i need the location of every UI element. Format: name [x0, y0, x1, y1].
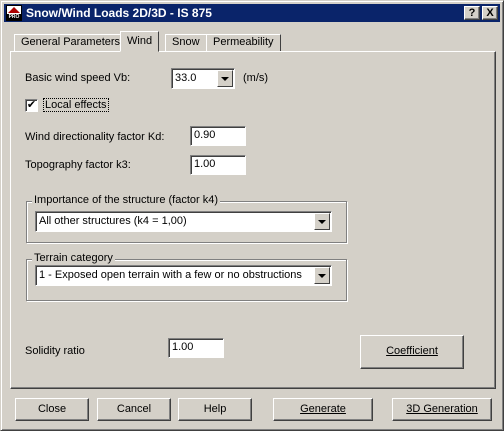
app-icon: PRO — [6, 5, 22, 21]
importance-select[interactable]: All other structures (k4 = 1,00) — [35, 211, 332, 232]
local-effects-label: Local effects — [43, 98, 109, 112]
terrain-group-title: Terrain category — [32, 252, 115, 264]
close-button[interactable]: Close — [15, 398, 89, 421]
solidity-ratio-input[interactable]: 1.00 — [168, 338, 224, 358]
cancel-button[interactable]: Cancel — [97, 398, 171, 421]
chevron-down-icon[interactable] — [314, 213, 330, 230]
tab-general-parameters[interactable]: General Parameters — [14, 34, 128, 51]
window-title: Snow/Wind Loads 2D/3D - IS 875 — [26, 6, 212, 20]
tab-snow[interactable]: Snow — [165, 34, 207, 51]
local-effects-checkbox[interactable]: ✔ — [25, 99, 38, 112]
kd-label: Wind directionality factor Kd: — [25, 131, 165, 143]
basic-wind-speed-select[interactable]: 33.0 — [171, 68, 235, 89]
importance-group-title: Importance of the structure (factor k4) — [32, 194, 221, 206]
kd-input[interactable]: 0.90 — [190, 126, 246, 146]
help-button[interactable]: Help — [178, 398, 252, 421]
3d-generation-button[interactable]: 3D Generation — [392, 398, 492, 421]
title-bar[interactable]: PRO Snow/Wind Loads 2D/3D - IS 875 ? X — [4, 4, 500, 22]
terrain-select[interactable]: 1 - Exposed open terrain with a few or n… — [35, 265, 332, 286]
chevron-down-icon[interactable] — [217, 70, 233, 87]
tab-permeability[interactable]: Permeability — [206, 34, 281, 51]
basic-wind-speed-label: Basic wind speed Vb: — [25, 72, 131, 84]
help-title-button[interactable]: ? — [464, 6, 480, 20]
k3-label: Topography factor k3: — [25, 159, 131, 171]
solidity-ratio-label: Solidity ratio — [25, 345, 85, 357]
dialog-window: PRO Snow/Wind Loads 2D/3D - IS 875 ? X G… — [0, 0, 504, 431]
chevron-down-icon[interactable] — [314, 267, 330, 284]
k3-input[interactable]: 1.00 — [190, 155, 246, 175]
wind-speed-unit: (m/s) — [243, 72, 269, 84]
generate-button[interactable]: Generate — [273, 398, 373, 421]
close-title-button[interactable]: X — [482, 6, 498, 20]
tab-wind[interactable]: Wind — [120, 31, 160, 52]
coefficient-button[interactable]: Coefficient — [360, 335, 464, 369]
